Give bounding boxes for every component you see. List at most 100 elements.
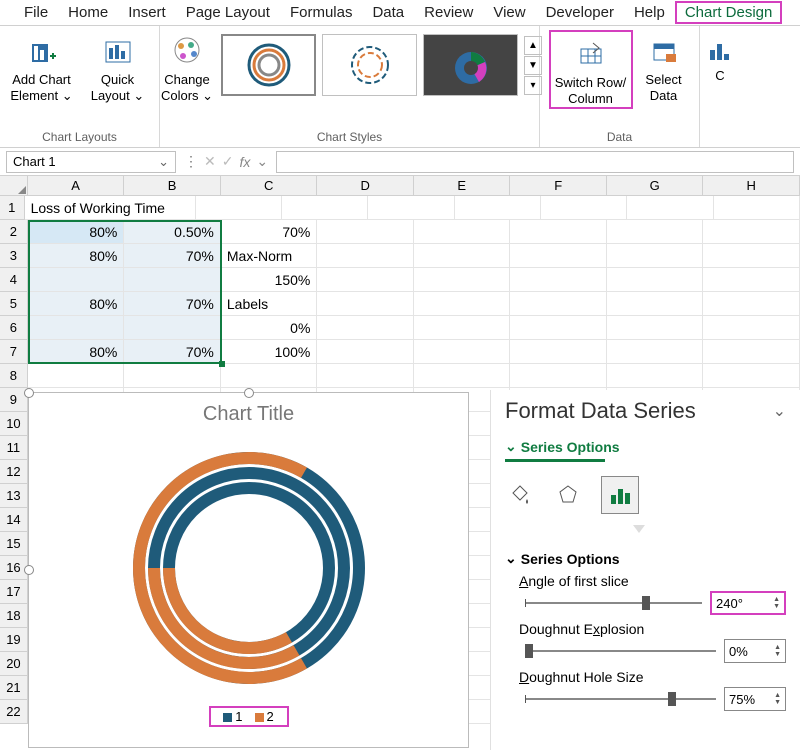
cell-B4[interactable]: [124, 268, 221, 292]
col-head-D[interactable]: D: [317, 176, 414, 196]
cell-C7[interactable]: 100%: [221, 340, 318, 364]
cell-F1[interactable]: [541, 196, 627, 220]
tab-file[interactable]: File: [14, 1, 58, 24]
add-chart-element-button[interactable]: Add Chart Element ⌄: [6, 30, 78, 103]
cell-D3[interactable]: [317, 244, 414, 268]
cell-E4[interactable]: [414, 268, 511, 292]
tab-chart-design[interactable]: Chart Design: [675, 1, 783, 24]
row-head-11[interactable]: 11: [0, 436, 28, 460]
cell-G7[interactable]: [607, 340, 704, 364]
cell-D2[interactable]: [317, 220, 414, 244]
chart-style-3[interactable]: [423, 34, 518, 96]
cell-E6[interactable]: [414, 316, 511, 340]
row-head-4[interactable]: 4: [0, 268, 28, 292]
hole-value-input[interactable]: 75% ▲▼: [724, 687, 786, 711]
cell-A6[interactable]: [28, 316, 125, 340]
row-head-19[interactable]: 19: [0, 628, 28, 652]
row-head-18[interactable]: 18: [0, 604, 28, 628]
fx-dropdown-icon[interactable]: ⌄: [256, 153, 268, 170]
spin-up-icon[interactable]: ▲: [774, 644, 781, 651]
fx-icon[interactable]: fx: [239, 154, 250, 170]
cell-G8[interactable]: [607, 364, 704, 388]
cell-B8[interactable]: [124, 364, 221, 388]
cell-D1[interactable]: [368, 196, 454, 220]
cell-H3[interactable]: [703, 244, 800, 268]
row-head-17[interactable]: 17: [0, 580, 28, 604]
row-head-2[interactable]: 2: [0, 220, 28, 244]
chart-style-1[interactable]: [221, 34, 316, 96]
cell-A4[interactable]: [28, 268, 125, 292]
doughnut-chart[interactable]: [109, 438, 389, 698]
cell-A8[interactable]: [28, 364, 125, 388]
col-head-F[interactable]: F: [510, 176, 607, 196]
row-head-5[interactable]: 5: [0, 292, 28, 316]
hole-slider[interactable]: [525, 689, 716, 709]
legend-item-1[interactable]: 1: [223, 709, 242, 724]
spin-down-icon[interactable]: ▼: [774, 651, 781, 658]
cell-G5[interactable]: [607, 292, 704, 316]
cell-B7[interactable]: 70%: [124, 340, 221, 364]
chart-object[interactable]: Chart Title 1 2: [28, 392, 469, 748]
cancel-icon[interactable]: ✕: [204, 153, 216, 170]
tab-data[interactable]: Data: [362, 1, 414, 24]
cell-C5[interactable]: Labels: [221, 292, 318, 316]
row-head-20[interactable]: 20: [0, 652, 28, 676]
row-head-21[interactable]: 21: [0, 676, 28, 700]
cell-H8[interactable]: [703, 364, 800, 388]
effects-icon[interactable]: [553, 480, 583, 510]
angle-value-input[interactable]: 240° ▲▼: [710, 591, 786, 615]
cell-G4[interactable]: [607, 268, 704, 292]
cell-E2[interactable]: [414, 220, 511, 244]
fill-line-icon[interactable]: [505, 480, 535, 510]
row-head-7[interactable]: 7: [0, 340, 28, 364]
cell-E3[interactable]: [414, 244, 511, 268]
cell-A7[interactable]: 80%: [28, 340, 125, 364]
chart-legend[interactable]: 1 2: [209, 706, 289, 727]
cell-H2[interactable]: [703, 220, 800, 244]
namebox-dropdown-icon[interactable]: ⋮: [184, 153, 198, 170]
pane-subhead[interactable]: ⌄Series Options: [505, 438, 786, 455]
row-head-14[interactable]: 14: [0, 508, 28, 532]
pane-collapse-icon[interactable]: ⌄: [773, 401, 786, 421]
series-options-icon[interactable]: [601, 476, 639, 514]
angle-slider[interactable]: [525, 593, 702, 613]
cell-E7[interactable]: [414, 340, 511, 364]
tab-home[interactable]: Home: [58, 1, 118, 24]
cell-B5[interactable]: 70%: [124, 292, 221, 316]
cell-D5[interactable]: [317, 292, 414, 316]
cell-F6[interactable]: [510, 316, 607, 340]
tab-developer[interactable]: Developer: [536, 1, 624, 24]
cell-C8[interactable]: [221, 364, 318, 388]
cell-F4[interactable]: [510, 268, 607, 292]
tab-insert[interactable]: Insert: [118, 1, 176, 24]
cell-D8[interactable]: [317, 364, 414, 388]
formula-input[interactable]: [276, 151, 794, 173]
cell-H5[interactable]: [703, 292, 800, 316]
chevron-down-icon[interactable]: ⌄: [158, 154, 169, 170]
cell-E1[interactable]: [455, 196, 541, 220]
tab-formulas[interactable]: Formulas: [280, 1, 363, 24]
row-head-22[interactable]: 22: [0, 700, 28, 724]
cell-E8[interactable]: [414, 364, 511, 388]
row-head-12[interactable]: 12: [0, 460, 28, 484]
name-box[interactable]: Chart 1⌄: [6, 151, 176, 173]
cell-B2[interactable]: 0.50%: [124, 220, 221, 244]
cell-G1[interactable]: [627, 196, 713, 220]
tab-view[interactable]: View: [483, 1, 535, 24]
select-data-button[interactable]: Select Data: [637, 30, 691, 103]
tab-help[interactable]: Help: [624, 1, 675, 24]
chart-style-2[interactable]: [322, 34, 417, 96]
cell-F5[interactable]: [510, 292, 607, 316]
row-head-10[interactable]: 10: [0, 412, 28, 436]
cell-F7[interactable]: [510, 340, 607, 364]
chart-resize-handle[interactable]: [24, 565, 34, 575]
change-colors-button[interactable]: Change Colors ⌄: [157, 30, 217, 103]
cell-C1[interactable]: [282, 196, 368, 220]
chart-title[interactable]: Chart Title: [29, 403, 468, 426]
cell-B1[interactable]: [196, 196, 282, 220]
spin-down-icon[interactable]: ▼: [773, 603, 780, 610]
cell-D6[interactable]: [317, 316, 414, 340]
row-head-3[interactable]: 3: [0, 244, 28, 268]
cell-A1[interactable]: Loss of Working Time: [25, 196, 196, 220]
cell-H4[interactable]: [703, 268, 800, 292]
